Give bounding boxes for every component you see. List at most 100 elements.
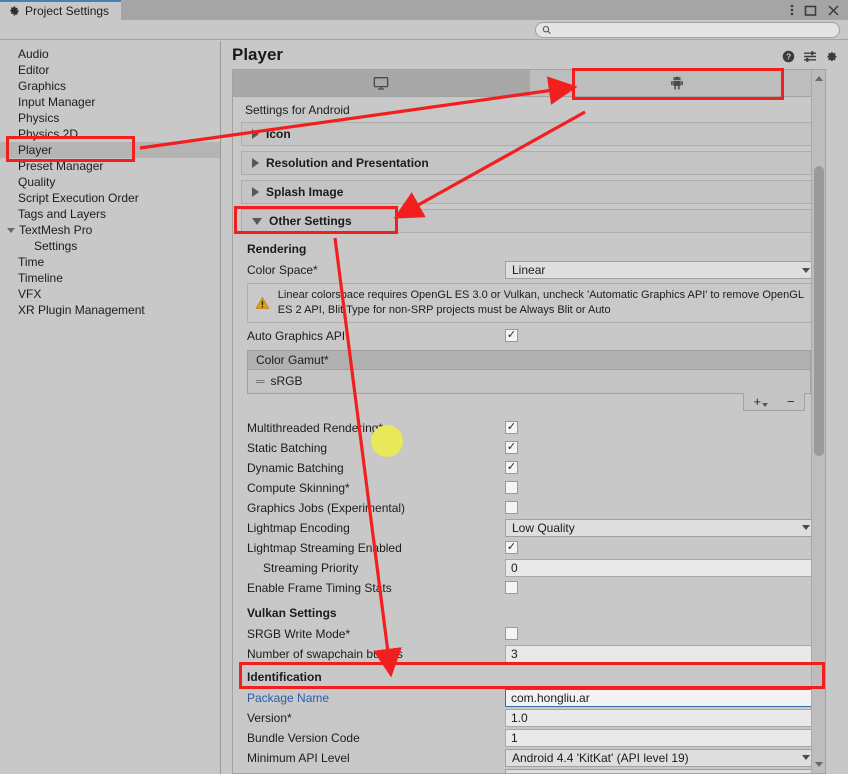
window-controls	[790, 0, 848, 20]
graphics-jobs-experimental-checkbox[interactable]	[505, 501, 518, 515]
row-minimum-api-level: Minimum API Level Android 4.4 'KitKat' (…	[241, 748, 817, 768]
inspector-scrollbar[interactable]	[811, 70, 825, 773]
sidebar-item-script-execution-order[interactable]: Script Execution Order	[0, 190, 220, 206]
section-label: Resolution and Presentation	[266, 156, 429, 170]
section-header-other-settings[interactable]: Other Settings	[241, 209, 817, 233]
sidebar-item-settings[interactable]: Settings	[0, 238, 220, 254]
minimum-api-level-dropdown[interactable]: Android 4.4 'KitKat' (API level 19)	[505, 748, 817, 767]
section-header-icon[interactable]: Icon	[241, 122, 817, 146]
section-header-splash-image[interactable]: Splash Image	[241, 180, 817, 204]
chevron-down-icon	[802, 525, 810, 531]
row-multithreaded-rendering: Multithreaded Rendering* ✓	[241, 418, 817, 438]
dropdown-value: Linear	[512, 263, 546, 277]
package-name-input[interactable]	[505, 688, 817, 707]
color-gamut-row[interactable]: ═ sRGB	[247, 369, 811, 394]
lightmap-encoding-dropdown[interactable]: Low Quality	[505, 518, 817, 537]
static-batching-checkbox[interactable]: ✓	[505, 441, 518, 455]
android-icon	[671, 76, 684, 90]
chevron-down-icon	[762, 403, 769, 408]
chevron-right-icon	[252, 158, 259, 168]
search-input[interactable]	[555, 24, 833, 36]
maximize-icon[interactable]	[804, 4, 817, 17]
streaming-priority-input[interactable]	[505, 558, 817, 577]
srgb-write-mode-checkbox[interactable]	[505, 627, 518, 641]
chevron-down-icon	[802, 267, 810, 273]
gear-icon	[10, 6, 19, 16]
sidebar-item-graphics[interactable]: Graphics	[0, 78, 220, 94]
help-icon[interactable]: ?	[782, 50, 795, 66]
row-label: Compute Skinning*	[247, 480, 350, 495]
sidebar-item-audio[interactable]: Audio	[0, 46, 220, 62]
group-header-rendering: Rendering	[247, 242, 307, 256]
player-inspector: Settings for Android Icon Resolution and…	[232, 69, 826, 774]
search-box[interactable]	[535, 22, 840, 38]
row-target-api-level: Target API Level Automatic (highest inst…	[241, 768, 817, 773]
auto-graphics-api-checkbox[interactable]: ✓	[505, 329, 518, 343]
row-bundle-version-code: Bundle Version Code	[241, 728, 817, 748]
drag-handle-icon[interactable]: ═	[256, 374, 264, 388]
section-label: Icon	[266, 127, 291, 141]
preset-icon[interactable]	[803, 50, 817, 66]
chevron-down-icon	[7, 227, 15, 233]
tab-project-settings[interactable]: Project Settings	[0, 0, 122, 20]
compute-skinning-checkbox[interactable]	[505, 481, 518, 495]
swapchain-buffers-input[interactable]	[505, 644, 817, 663]
panel-toolbar-icons: ?	[782, 50, 838, 66]
warning-icon	[255, 296, 270, 309]
settings-for-label: Settings for Android	[245, 103, 350, 117]
color-space-warning: Linear colorspace requires OpenGL ES 3.0…	[247, 283, 817, 323]
row-static-batching: Static Batching ✓	[241, 438, 817, 458]
sidebar-item-physics-2d[interactable]: Physics 2D	[0, 126, 220, 142]
row-auto-graphics-api: Auto Graphics API ✓	[241, 326, 817, 346]
package-name-label[interactable]: Package Name	[247, 691, 505, 705]
sidebar-item-textmesh-pro[interactable]: TextMesh Pro	[0, 222, 220, 238]
color-gamut-header: Color Gamut*	[247, 349, 811, 370]
sidebar-item-physics[interactable]: Physics	[0, 110, 220, 126]
section-header-resolution-and-presentation[interactable]: Resolution and Presentation	[241, 151, 817, 175]
monitor-icon	[373, 76, 389, 90]
row-label: Enable Frame Timing Stats	[247, 580, 392, 595]
settings-sidebar[interactable]: Audio Editor Graphics Input Manager Physics P…	[0, 41, 221, 774]
sidebar-item-input-manager[interactable]: Input Manager	[0, 94, 220, 110]
multithreaded-rendering-checkbox[interactable]: ✓	[505, 421, 518, 435]
chevron-down-icon	[802, 755, 810, 761]
sidebar-item-tags-and-layers[interactable]: Tags and Layers	[0, 206, 220, 222]
target-api-level-dropdown[interactable]: Automatic (highest installed)	[505, 768, 817, 773]
add-color-gamut-button[interactable]: +	[753, 394, 769, 409]
platform-tab-android[interactable]	[529, 70, 825, 96]
kebab-menu-icon[interactable]	[790, 3, 794, 17]
row-label: Minimum API Level	[247, 750, 350, 765]
lightmap-streaming-checkbox[interactable]: ✓	[505, 541, 518, 555]
group-header-vulkan-settings: Vulkan Settings	[247, 605, 337, 620]
color-gamut-buttons: + −	[743, 392, 805, 411]
scroll-up-arrow-icon[interactable]	[815, 76, 823, 81]
version-input[interactable]	[505, 708, 817, 727]
scrollbar-thumb[interactable]	[814, 166, 824, 456]
row-label: Bundle Version Code	[247, 730, 360, 745]
scroll-down-arrow-icon[interactable]	[815, 762, 823, 767]
color-space-dropdown[interactable]: Linear	[505, 261, 817, 279]
project-settings-window: Project Settings Audio Editor Graphics Inpu…	[0, 0, 848, 774]
row-srgb-write-mode: SRGB Write Mode*	[241, 624, 817, 644]
gear-icon[interactable]	[825, 50, 838, 66]
sidebar-item-editor[interactable]: Editor	[0, 62, 220, 78]
sidebar-item-xr-plugin-management[interactable]: XR Plugin Management	[0, 302, 220, 318]
sidebar-item-quality[interactable]: Quality	[0, 174, 220, 190]
row-label: Color Space*	[247, 263, 318, 277]
platform-tab-standalone[interactable]	[233, 70, 530, 96]
frame-timing-stats-checkbox[interactable]	[505, 581, 518, 595]
color-gamut-value: sRGB	[270, 374, 303, 389]
dropdown-value: Android 4.4 'KitKat' (API level 19)	[512, 750, 689, 765]
remove-color-gamut-button[interactable]: −	[787, 394, 795, 409]
color-gamut-list: Color Gamut* ═ sRGB + −	[247, 349, 811, 411]
close-icon[interactable]	[827, 4, 840, 17]
dynamic-batching-checkbox[interactable]: ✓	[505, 461, 518, 475]
sidebar-item-player[interactable]: Player	[0, 142, 220, 158]
sidebar-item-timeline[interactable]: Timeline	[0, 270, 220, 286]
bundle-version-code-input[interactable]	[505, 728, 817, 747]
row-lightmap-streaming-enabled: Lightmap Streaming Enabled ✓	[241, 538, 817, 558]
page-title: Player	[232, 45, 284, 64]
sidebar-item-time[interactable]: Time	[0, 254, 220, 270]
sidebar-item-vfx[interactable]: VFX	[0, 286, 220, 302]
sidebar-item-preset-manager[interactable]: Preset Manager	[0, 158, 220, 174]
